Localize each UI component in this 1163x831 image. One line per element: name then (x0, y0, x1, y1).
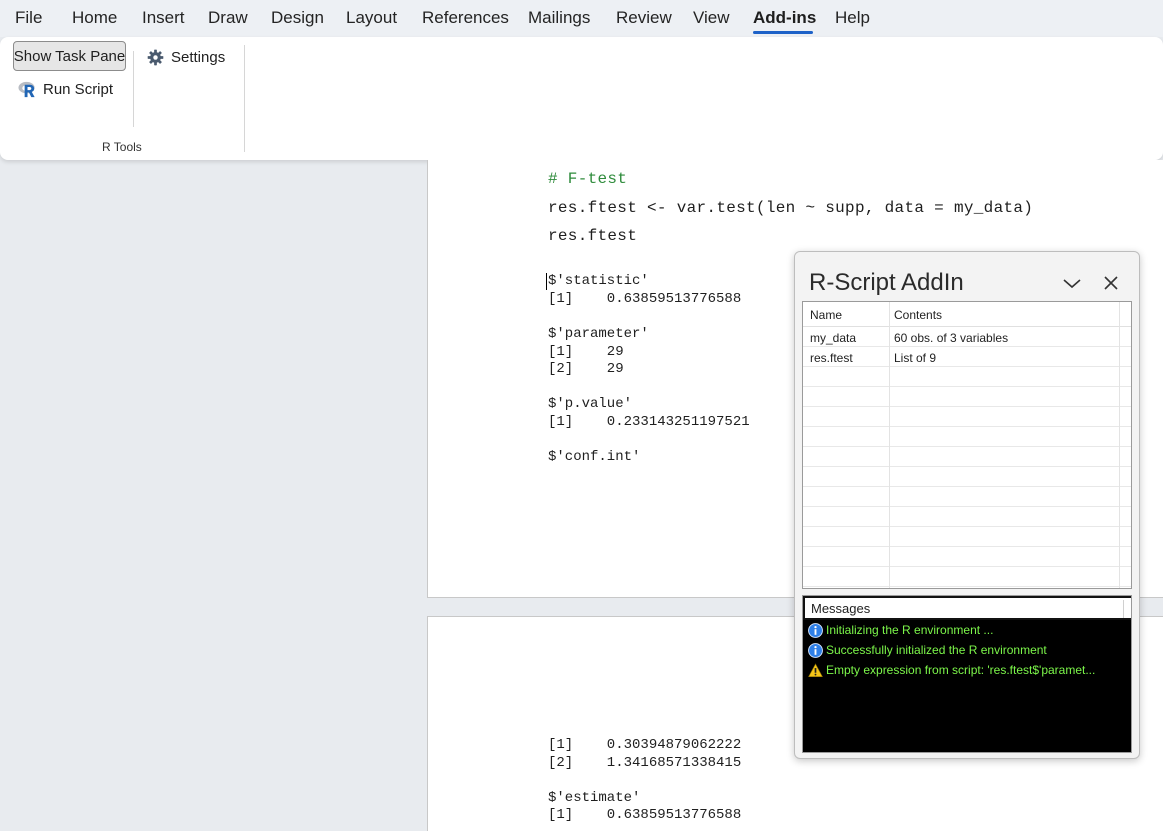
empty-row (803, 407, 1131, 427)
code-line: res.ftest (548, 227, 638, 245)
table-header: Name Contents (803, 302, 1131, 327)
variable-name: res.ftest (810, 351, 853, 365)
message-item[interactable]: Empty expression from script: 'res.ftest… (808, 661, 1095, 679)
column-divider (1119, 302, 1120, 588)
message-item[interactable]: Successfully initialized the R environme… (808, 641, 1047, 659)
menu-view[interactable]: View (693, 8, 730, 28)
variable-name: my_data (810, 331, 857, 345)
ribbon: Show Task Pane Run Script Settings R Too… (0, 37, 1163, 160)
menu-review[interactable]: Review (616, 8, 672, 28)
variables-table: Name Contents my_data 60 obs. of 3 varia… (802, 301, 1132, 589)
output-value: [1] 29 (548, 344, 624, 360)
settings-label: Settings (171, 48, 226, 66)
info-icon (808, 642, 823, 658)
warning-icon (808, 662, 823, 677)
ribbon-divider (244, 45, 245, 152)
menu-file[interactable]: File (15, 8, 42, 28)
menu-draw[interactable]: Draw (208, 8, 248, 28)
menu-home[interactable]: Home (72, 8, 117, 28)
code-comment: # F-test (548, 170, 628, 188)
menu-mailings[interactable]: Mailings (528, 8, 590, 28)
variable-contents: 60 obs. of 3 variables (894, 331, 1009, 345)
empty-row (803, 487, 1131, 507)
output-label: $'parameter' (548, 326, 649, 342)
message-text: Initializing the R environment ... (826, 623, 994, 637)
info-icon (808, 622, 823, 638)
gear-icon (147, 49, 164, 65)
menu-help[interactable]: Help (835, 8, 870, 28)
ribbon-divider (133, 51, 134, 127)
menu-bar: File Home Insert Draw Design Layout Refe… (0, 0, 1163, 37)
message-text: Successfully initialized the R environme… (826, 643, 1047, 657)
empty-row (803, 507, 1131, 527)
messages-header-label: Messages (811, 601, 871, 616)
settings-button[interactable]: Settings (147, 46, 225, 68)
empty-row (803, 567, 1131, 587)
empty-row (803, 527, 1131, 547)
pane-title: R-Script AddIn (809, 269, 964, 296)
empty-row (803, 467, 1131, 487)
run-script-button[interactable]: Run Script (18, 78, 113, 100)
active-tab-indicator (753, 31, 813, 34)
output-label: $'estimate' (548, 790, 641, 806)
output-value: [2] 1.34168571338415 (548, 755, 742, 771)
empty-row (803, 547, 1131, 567)
menu-insert[interactable]: Insert (142, 8, 185, 28)
output-value: [2] 29 (548, 361, 624, 377)
empty-row (803, 387, 1131, 407)
r-script-task-pane: R-Script AddIn Name Contents my_data 60 … (794, 251, 1140, 759)
output-label: $'conf.int' (548, 449, 641, 465)
message-text: Empty expression from script: 'res.ftest… (826, 663, 1096, 677)
empty-row (803, 367, 1131, 387)
show-task-pane-button[interactable]: Show Task Pane (13, 41, 126, 71)
menu-design[interactable]: Design (271, 8, 324, 28)
code-line: res.ftest <- var.test(len ~ supp, data =… (548, 199, 1034, 217)
output-label: $'p.value' (548, 396, 633, 412)
column-divider (889, 302, 890, 588)
output-value: [1] 0.63859513776588 (548, 291, 742, 307)
close-icon[interactable] (1103, 275, 1119, 291)
run-script-label: Run Script (43, 80, 114, 98)
column-divider (1123, 600, 1124, 618)
empty-row (803, 447, 1131, 467)
output-label: $'statistic' (548, 273, 649, 289)
output-value: [1] 0.63859513776588 (548, 807, 742, 823)
ribbon-group-label: R Tools (102, 140, 142, 154)
messages-header: Messages (803, 596, 1131, 620)
empty-row (803, 427, 1131, 447)
column-header-name[interactable]: Name (810, 308, 842, 322)
text-cursor (546, 273, 547, 290)
table-row[interactable]: res.ftest List of 9 (803, 347, 1131, 367)
message-item[interactable]: Initializing the R environment ... (808, 621, 993, 639)
table-row[interactable]: my_data 60 obs. of 3 variables (803, 327, 1131, 347)
variable-contents: List of 9 (894, 351, 937, 365)
r-logo-icon (18, 81, 35, 97)
column-header-contents[interactable]: Contents (894, 308, 942, 322)
messages-panel: Messages Initializing the R environment … (802, 595, 1132, 753)
chevron-down-icon[interactable] (1061, 276, 1083, 290)
output-value: [1] 0.233143251197521 (548, 414, 750, 430)
menu-add-ins[interactable]: Add-ins (753, 8, 816, 28)
output-value: [1] 0.30394879062222 (548, 737, 742, 753)
menu-references[interactable]: References (422, 8, 509, 28)
menu-layout[interactable]: Layout (346, 8, 397, 28)
